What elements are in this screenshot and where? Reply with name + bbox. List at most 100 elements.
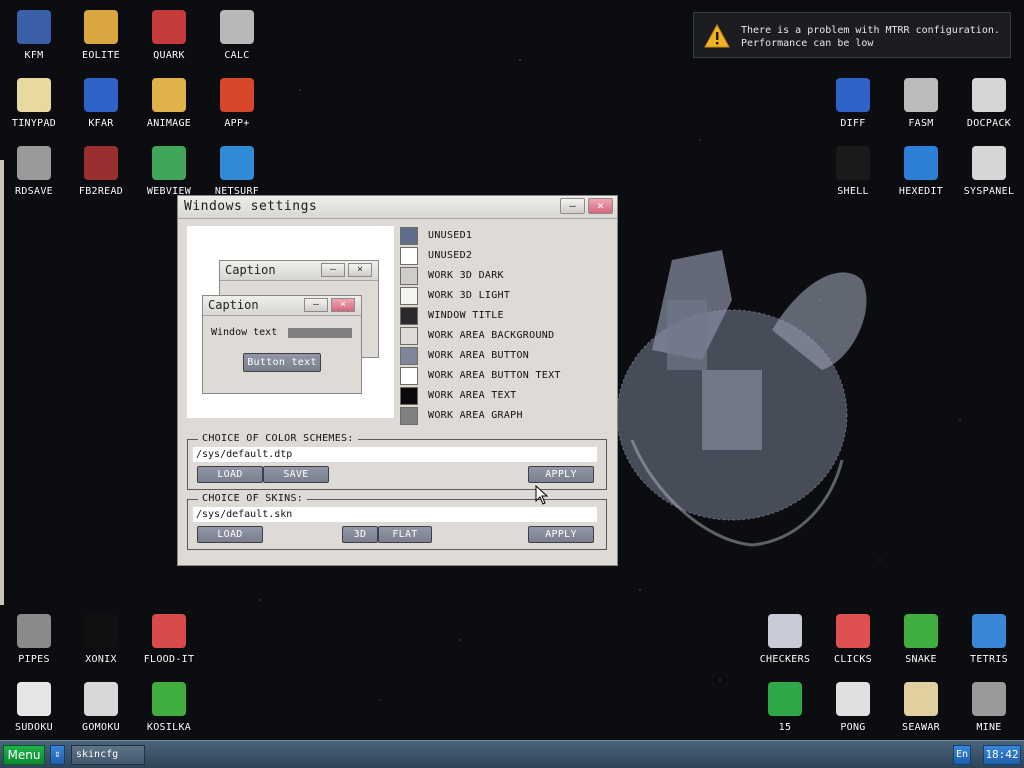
color-label: WORK AREA BACKGROUND xyxy=(428,330,555,341)
mouse-cursor-icon xyxy=(535,485,549,505)
color-swatch[interactable] xyxy=(400,347,418,365)
desktop-icon-15[interactable]: 15 xyxy=(751,676,819,740)
desktop-icon-diff[interactable]: DIFF xyxy=(819,72,887,136)
desktop-icon-eolite[interactable]: EOLITE xyxy=(67,4,135,68)
notepad-icon xyxy=(17,78,51,112)
language-indicator[interactable]: En xyxy=(953,745,971,765)
desktop-icon-seawar[interactable]: SEAWAR xyxy=(887,676,955,740)
color-swatch[interactable] xyxy=(400,227,418,245)
desktop-icon-tetris[interactable]: TETRIS xyxy=(955,608,1023,672)
desktop-icon-label: HEXEDIT xyxy=(898,186,944,197)
color-row[interactable]: UNUSED2 xyxy=(400,247,610,265)
color-scheme-load-button[interactable]: LOAD xyxy=(197,466,263,483)
color-swatch[interactable] xyxy=(400,367,418,385)
warning-icon xyxy=(704,24,730,48)
pipes-icon xyxy=(17,614,51,648)
desktop-icon-shell[interactable]: SHELL xyxy=(819,140,887,204)
desktop-icon-xonix[interactable]: XONIX xyxy=(67,608,135,672)
desktop-icon-tinypad[interactable]: TINYPAD xyxy=(0,72,68,136)
desktop-icon-kfm[interactable]: KFM xyxy=(0,4,68,68)
desktop-icon-pipes[interactable]: PIPES xyxy=(0,608,68,672)
desktop-icon-animage[interactable]: ANIMAGE xyxy=(135,72,203,136)
xonix-icon xyxy=(84,614,118,648)
skin-flat-button[interactable]: FLAT xyxy=(378,526,432,543)
tetris-icon xyxy=(972,614,1006,648)
color-row[interactable]: WORK AREA TEXT xyxy=(400,387,610,405)
desktop-icon-gomoku[interactable]: GOMOKU xyxy=(67,676,135,740)
desktop-icon-quark[interactable]: QUARK xyxy=(135,4,203,68)
color-swatch[interactable] xyxy=(400,327,418,345)
desktop-icon-app-[interactable]: APP+ xyxy=(203,72,271,136)
window-titlebar[interactable]: Windows settings – × xyxy=(178,196,617,219)
skin-3d-button[interactable]: 3D xyxy=(342,526,378,543)
desktop-icon-pong[interactable]: PONG xyxy=(819,676,887,740)
desktop-icon-calc[interactable]: CALC xyxy=(203,4,271,68)
color-row[interactable]: UNUSED1 xyxy=(400,227,610,245)
color-swatch[interactable] xyxy=(400,247,418,265)
desktop-icon-label: FLOOD-IT xyxy=(143,654,195,665)
desktop-icon-label: FASM xyxy=(908,118,934,129)
desktop-icon-fb2read[interactable]: FB2READ xyxy=(67,140,135,204)
mtrr-notification[interactable]: There is a problem with MTRR configurati… xyxy=(693,12,1011,58)
mine-icon xyxy=(972,682,1006,716)
desktop-icon-clicks[interactable]: CLICKS xyxy=(819,608,887,672)
color-swatch[interactable] xyxy=(400,407,418,425)
clicks-blocks-icon xyxy=(836,614,870,648)
desktop-icon-label: CLICKS xyxy=(834,654,872,665)
clock[interactable]: 18:42 xyxy=(983,745,1021,765)
desktop-icon-fasm[interactable]: FASM xyxy=(887,72,955,136)
color-scheme-path-field[interactable]: /sys/default.dtp xyxy=(193,447,597,462)
color-row[interactable]: WINDOW TITLE xyxy=(400,307,610,325)
skin-path-field[interactable]: /sys/default.skn xyxy=(193,507,597,522)
floppy-disk-icon xyxy=(17,10,51,44)
sudoku-icon xyxy=(17,682,51,716)
color-swatch[interactable] xyxy=(400,267,418,285)
minimize-button[interactable]: – xyxy=(560,198,585,214)
windows-settings-window[interactable]: Windows settings – × Caption – × Caption… xyxy=(177,195,618,566)
notification-text: There is a problem with MTRR configurati… xyxy=(741,25,1000,49)
desktop-icon-checkers[interactable]: CHECKERS xyxy=(751,608,819,672)
color-row[interactable]: WORK 3D DARK xyxy=(400,267,610,285)
skin-load-button[interactable]: LOAD xyxy=(197,526,263,543)
desktop-icon-label: SYSPANEL xyxy=(963,186,1015,197)
desktop-icon-docpack[interactable]: DOCPACK xyxy=(955,72,1023,136)
desktop-icon-flood-it[interactable]: FLOOD-IT xyxy=(135,608,203,672)
desktop-icon-rdsave[interactable]: RDSAVE xyxy=(0,140,68,204)
desktop-icon-syspanel[interactable]: SYSPANEL xyxy=(955,140,1023,204)
desktop-icon-label: SHELL xyxy=(837,186,869,197)
color-label: UNUSED1 xyxy=(428,230,473,241)
desktop-icon-label: MINE xyxy=(976,722,1002,733)
color-swatch[interactable] xyxy=(400,387,418,405)
menu-button[interactable]: Menu xyxy=(3,745,45,765)
window-switch-button[interactable]: ⇕ xyxy=(50,745,65,765)
desktop-icon-kfar[interactable]: KFAR xyxy=(67,72,135,136)
desktop-icon-label: XONIX xyxy=(85,654,117,665)
desktop-icon-sudoku[interactable]: SUDOKU xyxy=(0,676,68,740)
color-row[interactable]: WORK 3D LIGHT xyxy=(400,287,610,305)
desktop-icon-kosilka[interactable]: KOSILKA xyxy=(135,676,203,740)
close-button[interactable]: × xyxy=(588,198,613,214)
color-row[interactable]: WORK AREA BUTTON xyxy=(400,347,610,365)
color-swatch[interactable] xyxy=(400,287,418,305)
desktop-icon-label: QUARK xyxy=(153,50,185,61)
taskbar-item-skincfg[interactable]: skincfg xyxy=(71,745,145,765)
preview-back-minimize-icon: – xyxy=(321,263,345,277)
color-row[interactable]: WORK AREA BUTTON TEXT xyxy=(400,367,610,385)
color-scheme-save-button[interactable]: SAVE xyxy=(263,466,329,483)
desktop-icon-snake[interactable]: SNAKE xyxy=(887,608,955,672)
pong-icon xyxy=(836,682,870,716)
book-icon xyxy=(84,146,118,180)
color-row[interactable]: WORK AREA GRAPH xyxy=(400,407,610,425)
preview-window-text: Window text xyxy=(211,327,278,338)
color-row[interactable]: WORK AREA BACKGROUND xyxy=(400,327,610,345)
desktop-icon-hexedit[interactable]: HEXEDIT xyxy=(887,140,955,204)
desktop-icon-label: FB2READ xyxy=(78,186,124,197)
color-scheme-apply-button[interactable]: APPLY xyxy=(528,466,594,483)
preview-front-window: Caption – × Window text Button text xyxy=(202,295,362,394)
skin-apply-button[interactable]: APPLY xyxy=(528,526,594,543)
desktop-icon-label: DOCPACK xyxy=(966,118,1012,129)
seawar-icon xyxy=(904,682,938,716)
desktop-icon-mine[interactable]: MINE xyxy=(955,676,1023,740)
color-swatch[interactable] xyxy=(400,307,418,325)
color-schemes-label: CHOICE OF COLOR SCHEMES: xyxy=(198,433,358,444)
